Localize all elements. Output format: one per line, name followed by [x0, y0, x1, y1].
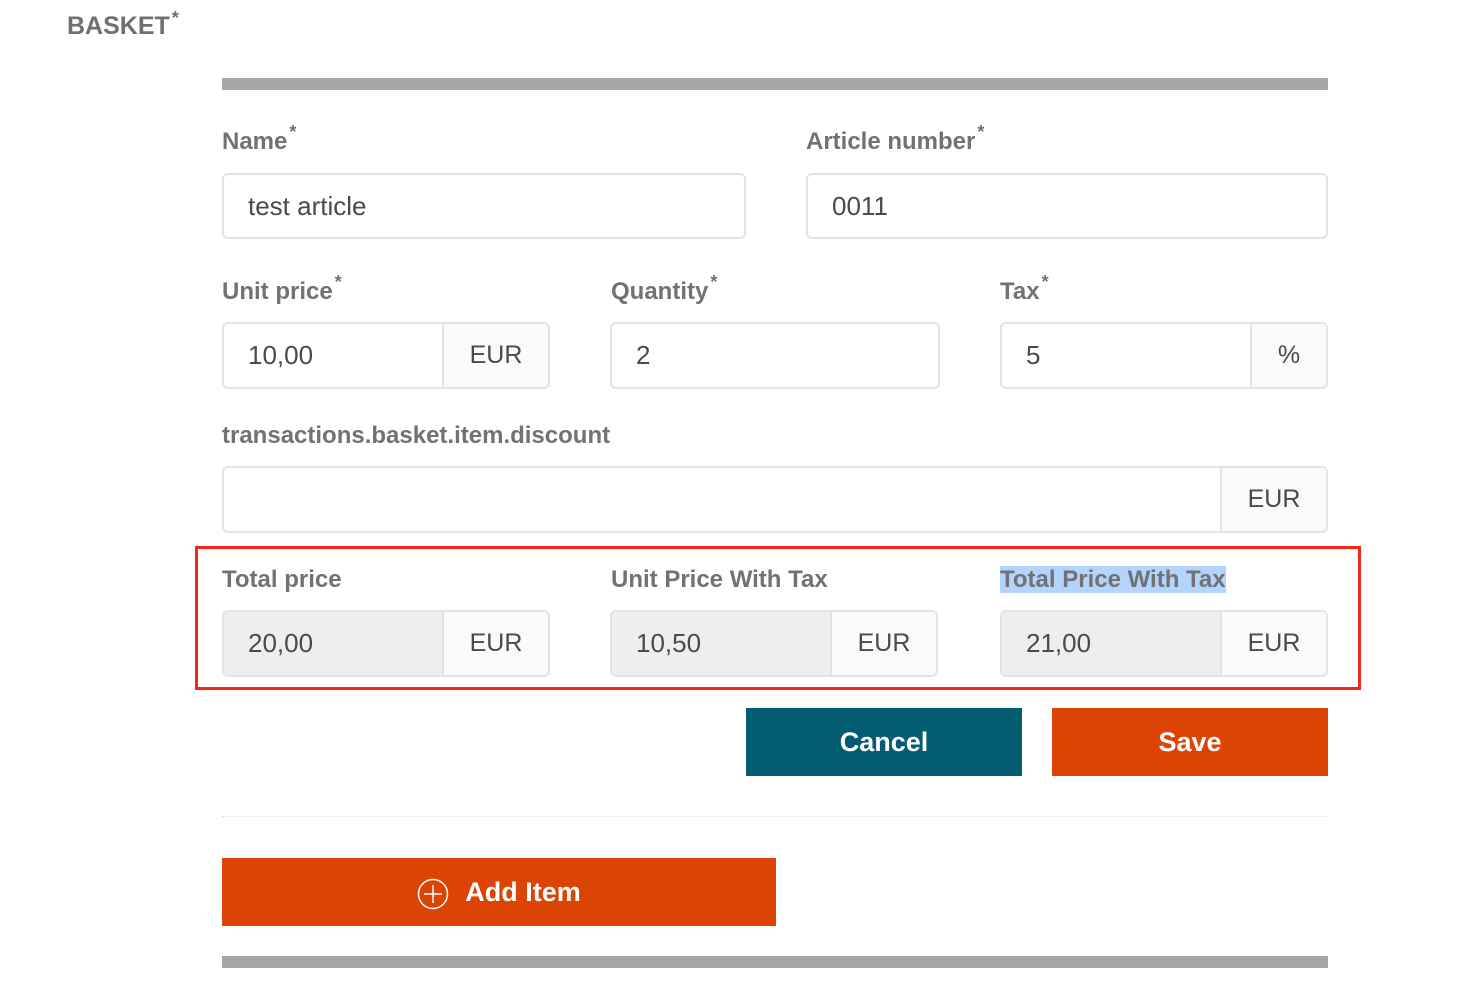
quantity-field[interactable]: 2	[610, 322, 940, 389]
required-marker: *	[710, 272, 718, 292]
dotted-divider	[222, 816, 1328, 817]
tax-input[interactable]: 5	[1002, 324, 1250, 387]
quantity-label: Quantity *	[611, 272, 717, 306]
unit-price-currency-addon: EUR	[442, 324, 548, 387]
selected-label-text: Total Price With Tax	[1000, 566, 1226, 593]
cancel-button[interactable]: Cancel	[746, 708, 1022, 776]
total-price-field: 20,00 EUR	[222, 610, 550, 677]
required-marker: *	[977, 122, 985, 142]
unit-price-with-tax-label: Unit Price With Tax	[611, 566, 828, 593]
top-divider-bar	[222, 78, 1328, 90]
unit-price-field[interactable]: 10,00 EUR	[222, 322, 550, 389]
total-price-value: 20,00	[224, 612, 442, 675]
discount-input[interactable]	[224, 468, 1220, 531]
name-field[interactable]: test article	[222, 173, 746, 239]
tax-percent-addon: %	[1250, 324, 1326, 387]
quantity-label-text: Quantity	[611, 278, 709, 305]
section-title-text: BASKET	[67, 12, 170, 40]
add-item-button[interactable]: Add Item	[222, 858, 776, 926]
tax-label: Tax *	[1000, 272, 1049, 306]
total-price-with-tax-label: Total Price With Tax	[1000, 566, 1226, 594]
total-price-with-tax-field: 21,00 EUR	[1000, 610, 1328, 677]
discount-field[interactable]: EUR	[222, 466, 1328, 533]
total-price-currency-addon: EUR	[442, 612, 548, 675]
total-price-label: Total price	[222, 566, 342, 593]
article-number-label: Article number *	[806, 122, 984, 156]
basket-section-title: BASKET *	[67, 8, 179, 41]
required-marker: *	[334, 272, 342, 292]
discount-label: transactions.basket.item.discount	[222, 422, 611, 449]
required-marker: *	[171, 8, 179, 28]
discount-currency-addon: EUR	[1220, 468, 1326, 531]
tax-label-text: Tax	[1000, 278, 1040, 305]
name-label: Name *	[222, 122, 296, 156]
bottom-divider-bar	[222, 956, 1328, 968]
name-label-text: Name	[222, 128, 288, 155]
tax-field[interactable]: 5 %	[1000, 322, 1328, 389]
required-marker: *	[289, 122, 297, 142]
unit-price-with-tax-currency-addon: EUR	[830, 612, 936, 675]
quantity-input[interactable]: 2	[612, 324, 938, 387]
save-button[interactable]: Save	[1052, 708, 1328, 776]
unit-price-input[interactable]: 10,00	[224, 324, 442, 387]
total-price-with-tax-currency-addon: EUR	[1220, 612, 1326, 675]
unit-price-label-text: Unit price	[222, 278, 333, 305]
article-number-label-text: Article number	[806, 128, 976, 155]
name-input[interactable]: test article	[224, 175, 744, 237]
article-number-field[interactable]: 0011	[806, 173, 1328, 239]
unit-price-label: Unit price *	[222, 272, 342, 306]
unit-price-with-tax-field: 10,50 EUR	[610, 610, 938, 677]
required-marker: *	[1041, 272, 1049, 292]
unit-price-with-tax-value: 10,50	[612, 612, 830, 675]
plus-circle-icon	[417, 878, 449, 910]
total-price-with-tax-value: 21,00	[1002, 612, 1220, 675]
add-item-label: Add Item	[465, 876, 581, 907]
article-number-input[interactable]: 0011	[808, 175, 1326, 237]
